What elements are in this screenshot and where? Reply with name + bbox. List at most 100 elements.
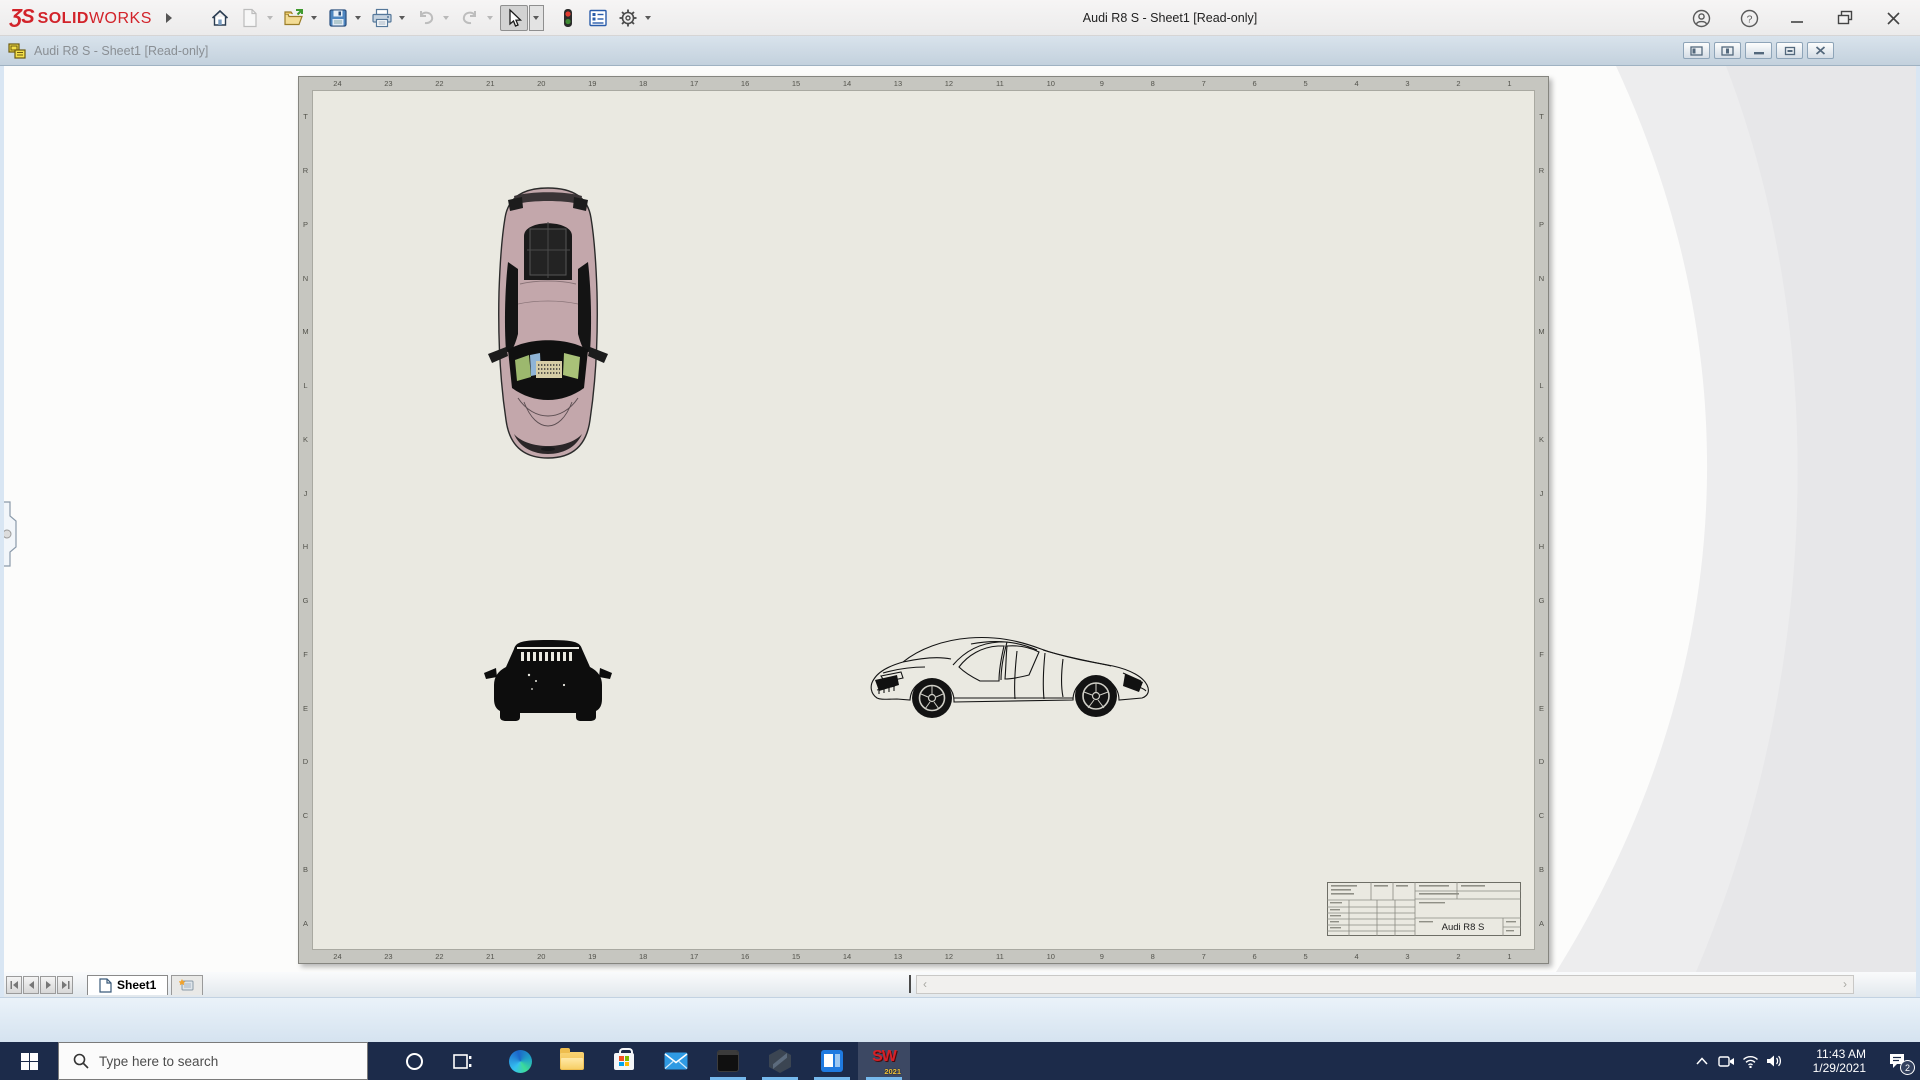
select-tool-button[interactable] bbox=[499, 4, 528, 31]
ruler-zone-label: H bbox=[1538, 542, 1545, 552]
start-button[interactable] bbox=[0, 1042, 58, 1080]
sheet-tab-label: Sheet1 bbox=[117, 978, 157, 992]
close-button[interactable] bbox=[1872, 3, 1914, 33]
taskbar-app-command-prompt[interactable] bbox=[702, 1042, 754, 1080]
ruler-zone-label: 4 bbox=[1354, 79, 1359, 88]
new-document-button[interactable] bbox=[236, 5, 264, 31]
help-button[interactable]: ? bbox=[1728, 3, 1770, 33]
scroll-right-arrow[interactable]: › bbox=[1837, 976, 1853, 993]
next-sheet-icon bbox=[45, 980, 51, 989]
windows-logo-icon bbox=[20, 1052, 38, 1070]
doc-minimize-button[interactable] bbox=[1745, 42, 1772, 59]
next-sheet-button[interactable] bbox=[40, 975, 56, 994]
ruler-zone-label: 17 bbox=[689, 952, 699, 961]
open-button[interactable] bbox=[280, 5, 308, 31]
solidworks-logo[interactable]: ƷS SOLID WORKS bbox=[10, 6, 152, 29]
cortana-button[interactable] bbox=[390, 1042, 438, 1080]
taskbar-app-hexagon[interactable] bbox=[754, 1042, 806, 1080]
open-dropdown-caret[interactable] bbox=[310, 15, 317, 20]
drawing-view-front[interactable] bbox=[484, 633, 612, 728]
notification-count-badge: 2 bbox=[1900, 1060, 1915, 1075]
ruler-zone-label: 22 bbox=[435, 952, 444, 961]
traffic-light-button[interactable] bbox=[554, 5, 582, 31]
undo-button[interactable] bbox=[412, 5, 440, 31]
last-sheet-button[interactable] bbox=[57, 975, 73, 994]
meet-now-icon bbox=[1717, 1055, 1734, 1067]
traffic-light-icon bbox=[563, 8, 572, 27]
add-sheet-tab[interactable] bbox=[171, 974, 204, 995]
minimize-icon bbox=[1791, 21, 1803, 23]
prev-sheet-icon bbox=[28, 980, 34, 989]
ruler-zone-label: A bbox=[1538, 918, 1544, 928]
drawing-view-top[interactable] bbox=[484, 184, 612, 467]
options-dropdown-caret[interactable] bbox=[644, 15, 651, 20]
doc-restore-button[interactable] bbox=[1776, 42, 1803, 59]
minimize-button[interactable] bbox=[1776, 3, 1818, 33]
search-input[interactable] bbox=[99, 1053, 339, 1069]
title-block[interactable]: Audi R8 S bbox=[1327, 882, 1521, 936]
account-button[interactable] bbox=[1680, 3, 1722, 33]
drawing-sheet[interactable]: 24 23 22 21 20 19 18 17 16 15 14 13 12 11 10 9 8 7 6 5 4 3 2 1 … bbox=[298, 76, 1549, 964]
meet-now-button[interactable] bbox=[1714, 1042, 1738, 1080]
task-view-button[interactable] bbox=[438, 1042, 486, 1080]
tray-expand-button[interactable] bbox=[1690, 1042, 1714, 1080]
sheet-paper[interactable]: Audi R8 S bbox=[312, 90, 1535, 950]
options-button[interactable] bbox=[614, 5, 642, 31]
titlebar: ƷS SOLID WORKS Audi R8 S - Sheet1 [Read-… bbox=[0, 0, 1920, 36]
undo-dropdown-caret[interactable] bbox=[442, 15, 449, 20]
help-icon: ? bbox=[1740, 9, 1758, 27]
drawing-view-side[interactable] bbox=[867, 628, 1157, 729]
task-view-icon bbox=[452, 1053, 471, 1069]
document-title: Audi R8 S - Sheet1 [Read-only] bbox=[34, 43, 209, 58]
restore-button[interactable] bbox=[1824, 3, 1866, 33]
print-button[interactable] bbox=[368, 5, 396, 31]
redo-dropdown-caret[interactable] bbox=[486, 15, 493, 20]
ruler-zone-label: 22 bbox=[435, 79, 444, 88]
taskbar-search[interactable] bbox=[58, 1042, 368, 1080]
taskbar-app-window[interactable] bbox=[806, 1042, 858, 1080]
taskbar-app-store[interactable] bbox=[598, 1042, 650, 1080]
network-button[interactable] bbox=[1738, 1042, 1762, 1080]
pane-left-button[interactable] bbox=[1683, 42, 1710, 59]
action-center-button[interactable]: 2 bbox=[1874, 1042, 1920, 1080]
first-sheet-button[interactable] bbox=[6, 975, 22, 994]
taskbar-app-solidworks[interactable]: SW 2021 bbox=[858, 1042, 910, 1080]
new-dropdown-caret[interactable] bbox=[266, 15, 273, 20]
document-titlebar[interactable]: Audi R8 S - Sheet1 [Read-only] bbox=[0, 36, 1920, 66]
horizontal-scrollbar[interactable]: ‹ › bbox=[916, 975, 1854, 994]
print-dropdown-caret[interactable] bbox=[398, 15, 405, 20]
pane-right-button[interactable] bbox=[1714, 42, 1741, 59]
ruler-zone-label: 13 bbox=[893, 79, 903, 88]
collapsed-panel-tab[interactable] bbox=[0, 496, 18, 572]
ruler-zone-label: 1 bbox=[1507, 952, 1512, 961]
prev-sheet-button[interactable] bbox=[23, 975, 39, 994]
select-dropdown[interactable] bbox=[528, 4, 544, 31]
ruler-zone-label: T bbox=[303, 112, 308, 122]
doc-close-button[interactable] bbox=[1807, 42, 1834, 59]
tab-scroll-splitter[interactable] bbox=[909, 975, 911, 993]
ruler-zone-label: D bbox=[1538, 757, 1545, 767]
volume-button[interactable] bbox=[1762, 1042, 1786, 1080]
ruler-zone-label: 7 bbox=[1201, 952, 1206, 961]
ruler-zone-label: F bbox=[1539, 649, 1544, 659]
brand-works: WORKS bbox=[88, 10, 152, 27]
status-bar bbox=[0, 997, 1920, 1042]
menu-expand-arrow-icon[interactable] bbox=[165, 12, 172, 23]
graphics-area[interactable]: 24 23 22 21 20 19 18 17 16 15 14 13 12 11 10 9 8 7 6 5 4 3 2 1 … bbox=[0, 66, 1920, 972]
scroll-left-arrow[interactable]: ‹ bbox=[917, 976, 933, 993]
panel-expand-button[interactable] bbox=[3, 529, 12, 539]
save-button[interactable] bbox=[324, 5, 352, 31]
taskbar-app-file-explorer[interactable] bbox=[546, 1042, 598, 1080]
restore-icon bbox=[1837, 10, 1853, 25]
taskbar-clock[interactable]: 11:43 AM 1/29/2021 bbox=[1792, 1047, 1866, 1075]
document-properties-button[interactable] bbox=[584, 5, 612, 31]
taskbar-app-edge[interactable] bbox=[494, 1042, 546, 1080]
ruler-zone-label: L bbox=[303, 381, 308, 391]
home-button[interactable] bbox=[206, 5, 234, 31]
ruler-zone-label: F bbox=[303, 649, 308, 659]
ruler-zone-label: 21 bbox=[486, 79, 495, 88]
redo-button[interactable] bbox=[456, 5, 484, 31]
save-dropdown-caret[interactable] bbox=[354, 15, 361, 20]
tab-sheet1[interactable]: Sheet1 bbox=[87, 974, 169, 995]
taskbar-app-mail[interactable] bbox=[650, 1042, 702, 1080]
